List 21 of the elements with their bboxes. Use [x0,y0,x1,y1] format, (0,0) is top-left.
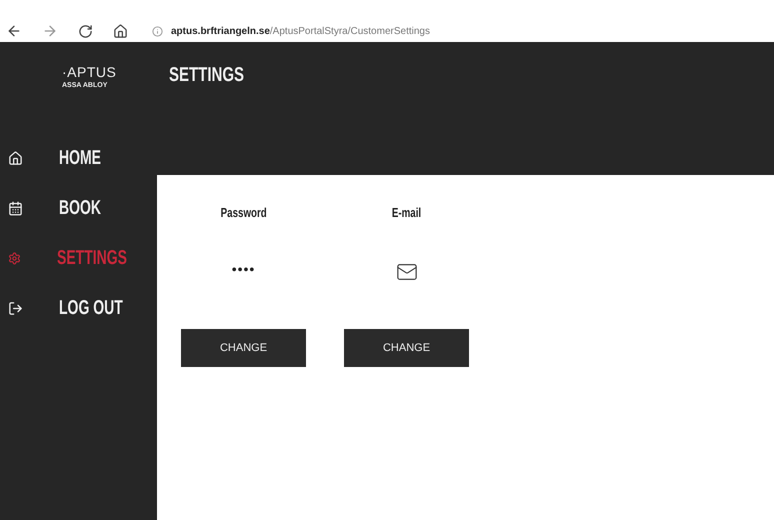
logout-icon [8,301,23,316]
masked-password: •••• [232,261,256,277]
back-button[interactable] [6,23,22,39]
info-icon [152,26,163,36]
change-button[interactable]: CHANGE [344,329,469,367]
address-bar[interactable]: aptus.brftriangeln.se/AptusPortalStyra/CustomerSettings [171,26,430,36]
forward-button[interactable] [42,23,58,39]
logo-name: ·APTUS [62,64,118,80]
change-button[interactable]: CHANGE [181,329,306,367]
settings-icon [8,251,21,266]
home-button[interactable] [113,24,128,38]
setting-label: Password [220,205,267,222]
calendar-icon [8,201,23,216]
home-icon [8,151,23,166]
nav-item[interactable]: BOOK [0,197,157,220]
nav-item[interactable]: LOG OUT [0,297,157,320]
nav-item[interactable]: HOME [0,147,157,170]
reload-button[interactable] [78,24,93,38]
setting-label: E-mail [392,205,422,222]
envelope-icon [396,261,418,283]
page-title: SETTINGS [168,63,244,87]
